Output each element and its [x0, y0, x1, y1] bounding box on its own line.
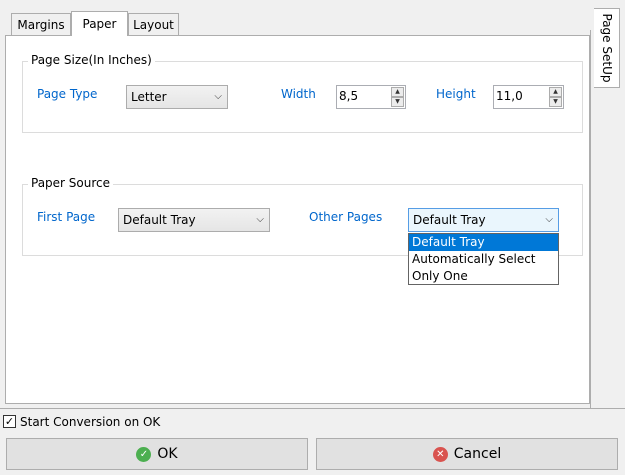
first-page-select[interactable]: Default Tray ⌵ [118, 208, 270, 232]
first-page-label: First Page [37, 210, 96, 224]
footer-divider [0, 408, 625, 409]
chevron-down-icon: ⌵ [256, 214, 264, 225]
cancel-button[interactable]: ✕ Cancel [316, 438, 618, 470]
other-pages-label: Other Pages [309, 210, 383, 224]
width-value: 8,5 [339, 89, 359, 103]
tab-paper[interactable]: Paper [71, 11, 128, 36]
tab-margins[interactable]: Margins [11, 13, 71, 35]
page-type-value: Letter [131, 90, 167, 104]
other-pages-dropdown-list: Default Tray Automatically Select Only O… [408, 233, 559, 285]
tab-page-setup-label: Page SetUp [599, 13, 614, 83]
tab-page-setup[interactable]: Page SetUp [594, 8, 620, 88]
dropdown-option-default-tray[interactable]: Default Tray [409, 234, 558, 251]
page-type-select[interactable]: Letter ⌵ [126, 85, 228, 109]
start-conversion-checkbox[interactable]: ✓ [3, 415, 16, 428]
cancel-circle-icon: ✕ [432, 446, 448, 462]
tab-paper-label: Paper [82, 17, 117, 31]
tab-layout-label: Layout [133, 18, 174, 32]
height-spinner[interactable]: 11,0 ▲ ▼ [493, 85, 564, 109]
tab-margins-label: Margins [17, 18, 65, 32]
check-circle-icon: ✓ [136, 446, 152, 462]
width-down-arrow-icon[interactable]: ▼ [391, 97, 404, 107]
height-label: Height [436, 87, 476, 101]
width-up-arrow-icon[interactable]: ▲ [391, 87, 404, 97]
tab-layout[interactable]: Layout [128, 13, 179, 35]
start-conversion-label: Start Conversion on OK [20, 415, 161, 429]
page-type-label: Page Type [37, 87, 98, 101]
chevron-down-icon: ⌵ [545, 214, 553, 225]
dropdown-option-only-one[interactable]: Only One [409, 268, 558, 285]
paper-source-title: Paper Source [28, 176, 114, 190]
first-page-value: Default Tray [123, 213, 196, 227]
ok-button[interactable]: ✓ OK [6, 438, 308, 470]
chevron-down-icon: ⌵ [214, 91, 222, 102]
height-value: 11,0 [496, 89, 523, 103]
height-up-arrow-icon[interactable]: ▲ [549, 87, 562, 97]
ok-button-label: OK [157, 446, 178, 462]
page-size-title: Page Size(In Inches) [28, 53, 155, 67]
cancel-button-label: Cancel [453, 446, 502, 462]
height-down-arrow-icon[interactable]: ▼ [549, 97, 562, 107]
other-pages-value: Default Tray [413, 213, 486, 227]
other-pages-select[interactable]: Default Tray ⌵ [408, 208, 559, 232]
dropdown-option-automatically-select[interactable]: Automatically Select [409, 251, 558, 268]
width-spinner[interactable]: 8,5 ▲ ▼ [336, 85, 406, 109]
width-label: Width [281, 87, 316, 101]
